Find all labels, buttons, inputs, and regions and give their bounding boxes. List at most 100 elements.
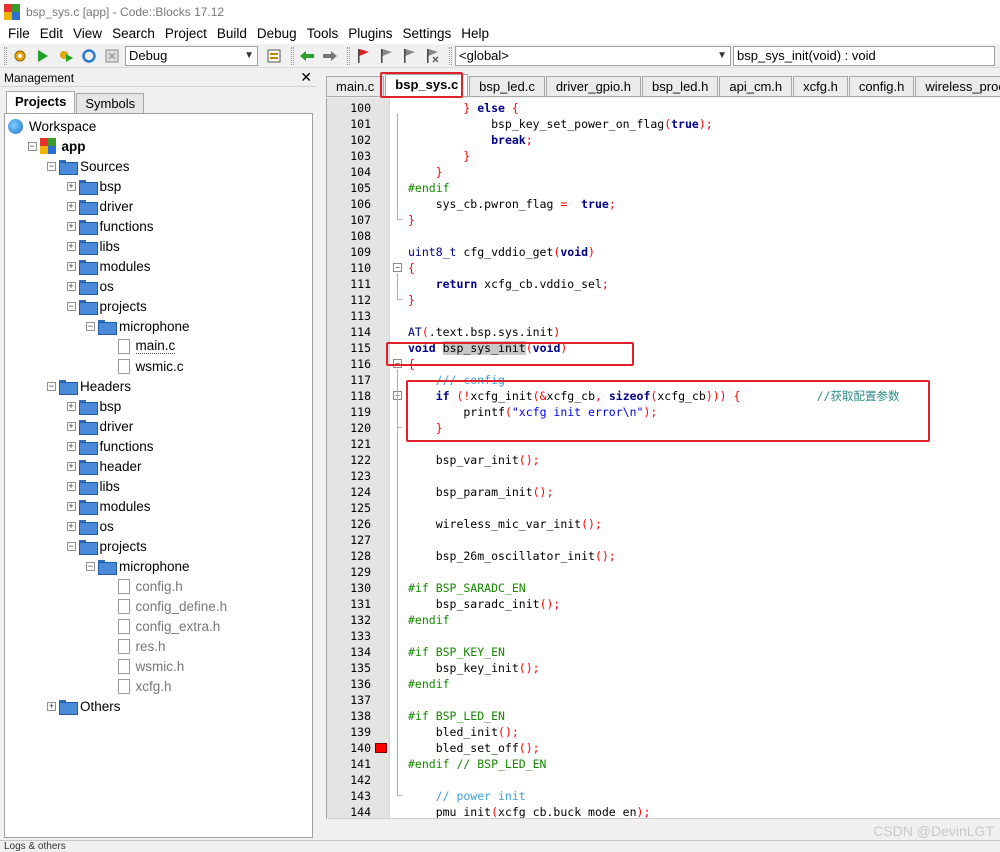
tree-item[interactable]: + libs (66, 236, 120, 256)
tree-item[interactable]: + bsp (66, 396, 121, 416)
expand-icon[interactable]: + (66, 521, 76, 531)
collapse-icon[interactable]: − (47, 381, 56, 391)
tree-item[interactable]: + modules (66, 256, 151, 276)
code-line[interactable]: 141 #endif // BSP_LED_EN (327, 756, 1000, 772)
menu-plugins[interactable]: Plugins (343, 25, 397, 43)
code-line[interactable]: 129 (327, 564, 1000, 580)
code-line[interactable]: 109 uint8_t cfg_vddio_get(void) (327, 244, 1000, 260)
function-select[interactable]: bsp_sys_init(void) : void (733, 45, 995, 66)
tree-item[interactable]: − microphone (86, 556, 190, 576)
code-line[interactable]: 121 (327, 436, 1000, 452)
editor-tab[interactable]: xcfg.h (793, 76, 848, 96)
code-line[interactable]: 117 /// config (327, 372, 1000, 388)
menu-settings[interactable]: Settings (398, 25, 457, 43)
tree-item[interactable]: wsmic.h (106, 656, 184, 676)
collapse-icon[interactable]: − (66, 301, 76, 311)
code-line[interactable]: 113 (327, 308, 1000, 324)
code-line[interactable]: 120 } (327, 420, 1000, 436)
prev-bookmark-icon[interactable] (376, 46, 396, 66)
toolbar-grip[interactable] (347, 46, 350, 65)
tree-item[interactable]: wsmic.c (106, 356, 184, 376)
menu-debug[interactable]: Debug (252, 25, 302, 43)
code-line[interactable]: 107} (327, 212, 1000, 228)
tree-item[interactable]: + modules (66, 496, 151, 516)
panel-splitter[interactable] (316, 69, 322, 839)
code-line[interactable]: 137 (327, 692, 1000, 708)
code-line[interactable]: 108 (327, 228, 1000, 244)
code-editor[interactable]: 100 } else {101 bsp_key_set_power_on_fla… (326, 98, 1000, 818)
code-line[interactable]: 112} (327, 292, 1000, 308)
fold-toggle-icon[interactable]: − (393, 263, 402, 272)
collapse-icon[interactable]: − (66, 541, 76, 551)
expand-icon[interactable]: + (66, 241, 76, 251)
tree-item[interactable]: main.c (106, 336, 176, 356)
expand-icon[interactable]: + (66, 441, 76, 451)
expand-icon[interactable]: + (66, 481, 76, 491)
toolbar-grip[interactable] (4, 46, 7, 65)
abort-icon[interactable] (102, 46, 122, 66)
tab-projects[interactable]: Projects (6, 91, 76, 113)
code-line[interactable]: 124 bsp_param_init(); (327, 484, 1000, 500)
tree-item[interactable]: + Others (47, 696, 121, 716)
breakpoint-marker-icon[interactable] (375, 743, 387, 753)
expand-icon[interactable]: + (66, 261, 76, 271)
logs-panel-tab[interactable]: Logs & others (0, 840, 1000, 852)
menu-search[interactable]: Search (107, 25, 160, 43)
collapse-icon[interactable]: − (27, 141, 37, 151)
tree-item[interactable]: − projects (66, 296, 147, 316)
tree-item[interactable]: res.h (106, 636, 166, 656)
tree-item[interactable]: + driver (66, 196, 133, 216)
code-line[interactable]: 106 sys_cb.pwron_flag = true; (327, 196, 1000, 212)
expand-icon[interactable]: + (66, 401, 76, 411)
code-line[interactable]: 104 } (327, 164, 1000, 180)
tree-item[interactable]: − microphone (86, 316, 190, 336)
code-line[interactable]: 123 (327, 468, 1000, 484)
code-line[interactable]: 138 #if BSP_LED_EN (327, 708, 1000, 724)
rebuild-icon[interactable] (79, 46, 99, 66)
tree-item[interactable]: config.h (106, 576, 183, 596)
tab-symbols[interactable]: Symbols (76, 93, 145, 113)
code-line[interactable]: 100 } else { (327, 100, 1000, 116)
code-line[interactable]: 144 pmu_init(xcfg_cb.buck_mode_en); (327, 804, 1000, 818)
code-line[interactable]: 143 // power init (327, 788, 1000, 804)
menu-project[interactable]: Project (160, 25, 212, 43)
toolbar-grip[interactable] (291, 46, 294, 65)
fold-toggle-icon[interactable]: − (393, 359, 402, 368)
code-line[interactable]: 130 #if BSP_SARADC_EN (327, 580, 1000, 596)
scope-select[interactable]: <global> ▼ (455, 45, 731, 66)
menu-file[interactable]: File (3, 25, 35, 43)
tree-item[interactable]: config_define.h (106, 596, 227, 616)
tree-item[interactable]: − app (27, 136, 86, 156)
code-line[interactable]: 132 #endif (327, 612, 1000, 628)
code-line[interactable]: 140 bled_set_off(); (327, 740, 1000, 756)
tree-item[interactable]: + functions (66, 436, 154, 456)
expand-icon[interactable]: + (66, 421, 76, 431)
tree-item[interactable]: + functions (66, 216, 154, 236)
tree-item[interactable]: − Headers (47, 376, 131, 396)
code-line[interactable]: 116 −{ (327, 356, 1000, 372)
tree-item[interactable]: − Sources (47, 156, 130, 176)
code-line[interactable]: 118− if (!xcfg_init(&xcfg_cb, sizeof(xcf… (327, 388, 1000, 404)
editor-tab[interactable]: api_cm.h (719, 76, 793, 96)
code-line[interactable]: 139 bled_init(); (327, 724, 1000, 740)
tree-item[interactable]: + os (66, 516, 114, 536)
build-options-icon[interactable] (264, 46, 284, 66)
code-line[interactable]: 115 void bsp_sys_init(void) (327, 340, 1000, 356)
tree-item[interactable]: config_extra.h (106, 616, 220, 636)
tree-item[interactable]: Workspace (8, 116, 96, 136)
code-line[interactable]: 102 break; (327, 132, 1000, 148)
tree-item[interactable]: + header (66, 456, 142, 476)
collapse-icon[interactable]: − (47, 161, 56, 171)
tree-item[interactable]: + bsp (66, 176, 121, 196)
expand-icon[interactable]: + (66, 221, 76, 231)
code-line[interactable]: 133 (327, 628, 1000, 644)
code-line[interactable]: 125 (327, 500, 1000, 516)
code-line[interactable]: 136 #endif (327, 676, 1000, 692)
menu-edit[interactable]: Edit (35, 25, 68, 43)
expand-icon[interactable]: + (66, 201, 76, 211)
expand-icon[interactable]: + (47, 701, 56, 711)
editor-tab[interactable]: config.h (848, 76, 915, 96)
menu-view[interactable]: View (68, 25, 107, 43)
code-line[interactable]: 114 AT(.text.bsp.sys.init) (327, 324, 1000, 340)
code-line[interactable]: 111 return xcfg_cb.vddio_sel; (327, 276, 1000, 292)
